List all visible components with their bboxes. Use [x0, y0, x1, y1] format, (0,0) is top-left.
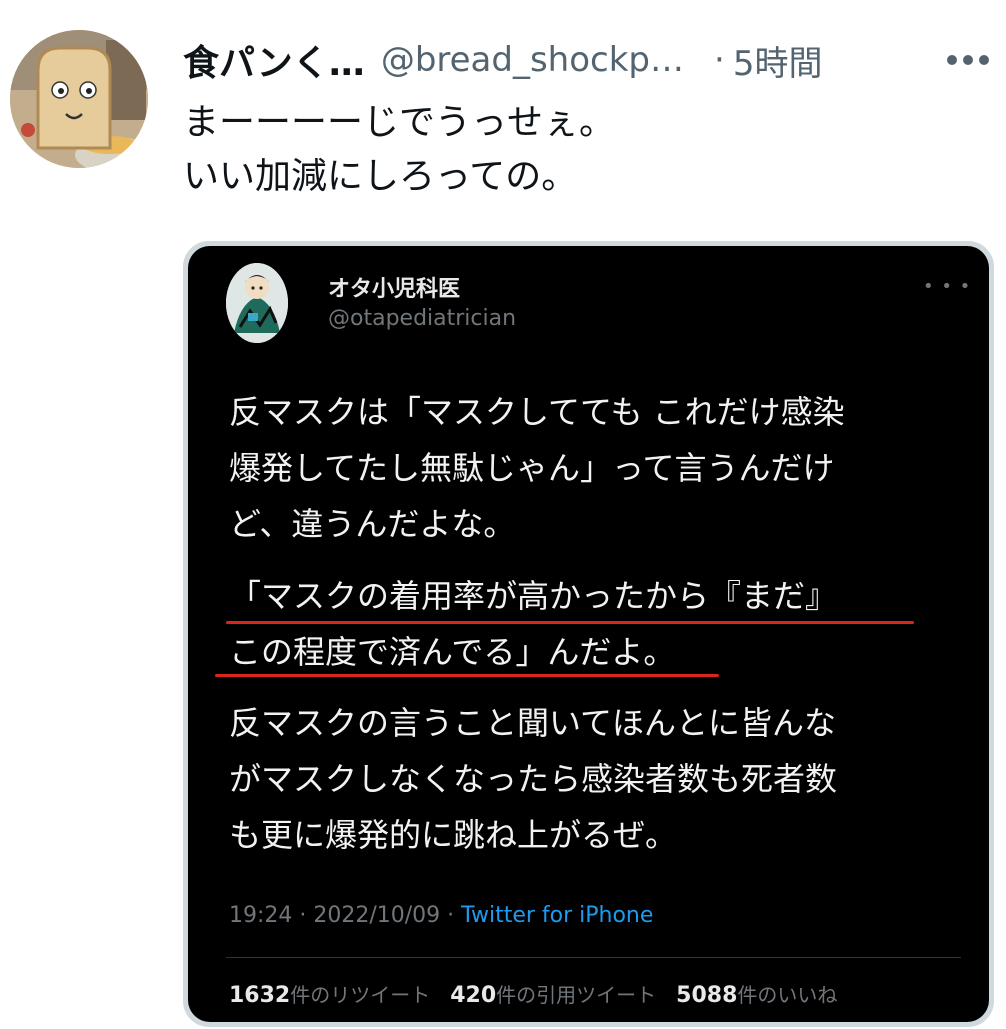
quote-stat: 420件の引用ツイート: [450, 983, 657, 1008]
quoted-more-icon: • • •: [923, 276, 972, 297]
quoted-line: 爆発してたし無駄じゃん」って言うんだけ: [229, 449, 835, 487]
quoted-paragraph-1: 反マスクは「マスクしてても これだけ感染 爆発してたし無駄じゃん」って言うんだけ…: [229, 384, 845, 552]
quoted-line: も更に爆発的に跳ね上がるぜ。: [229, 816, 678, 854]
quoted-paragraph-2: 「マスクの着用率が高かったから『まだ』 この程度で済んでる」んだよ。: [229, 568, 837, 680]
avatar[interactable]: [10, 30, 148, 168]
separator-dot: ·: [714, 40, 725, 80]
attached-image[interactable]: オタ小児科医 @otapediatrician • • • 反マスクは「マスクし…: [183, 241, 994, 1027]
tweet-line: いい加減にしろっての。: [183, 156, 578, 197]
quoted-author-handle: @otapediatrician: [328, 306, 517, 331]
quoted-stats: 1632件のリツイート 420件の引用ツイート 5088件のいいね: [229, 979, 837, 1008]
author-handle[interactable]: @bread_shockp…: [381, 40, 684, 80]
author-name[interactable]: 食パンく…: [183, 34, 365, 86]
quoted-source-link: Twitter for iPhone: [461, 903, 654, 928]
quoted-timestamp: 19:24 · 2022/10/09 ·: [229, 903, 462, 928]
quoted-line: 反マスクは「マスクしてても これだけ感染: [229, 393, 845, 431]
quoted-line: ど、違うんだよな。: [229, 505, 516, 543]
like-stat: 5088件のいいね: [676, 983, 838, 1008]
quoted-line: がマスクしなくなったら感染者数も死者数: [229, 760, 838, 798]
tweet-time[interactable]: 5時間: [733, 36, 823, 85]
more-options-button[interactable]: [940, 34, 996, 86]
quoted-meta: 19:24 · 2022/10/09 · Twitter for iPhone: [229, 903, 653, 928]
quoted-tweet-screenshot: オタ小児科医 @otapediatrician • • • 反マスクは「マスクし…: [188, 246, 989, 1022]
divider: [226, 957, 961, 958]
red-underline: [215, 674, 719, 677]
retweet-stat: 1632件のリツイート: [229, 983, 431, 1008]
tweet-header: 食パンく… @bread_shockp… · 5時間: [183, 34, 822, 86]
tweet-text: まーーーーじでうっせぇ。 いい加減にしろっての。: [183, 96, 615, 204]
quoted-line: この程度で済んでる」んだよ。: [229, 633, 676, 671]
quoted-paragraph-3: 反マスクの言うこと聞いてほんとに皆んな がマスクしなくなったら感染者数も死者数 …: [229, 695, 837, 863]
quoted-author-name: オタ小児科医: [328, 277, 461, 302]
red-underline: [226, 621, 914, 624]
tweet-line: まーーーーじでうっせぇ。: [183, 102, 616, 143]
anime-avatar-icon: [226, 263, 288, 343]
quoted-avatar: [226, 263, 288, 343]
quoted-line: 「マスクの着用率が高かったから『まだ』: [229, 577, 838, 615]
tweet: 食パンく… @bread_shockp… · 5時間 まーーーーじでうっせぇ。 …: [0, 0, 1006, 1029]
bread-avatar-icon: [10, 30, 148, 168]
more-icon: [947, 55, 989, 65]
quoted-line: 反マスクの言うこと聞いてほんとに皆んな: [229, 704, 837, 742]
